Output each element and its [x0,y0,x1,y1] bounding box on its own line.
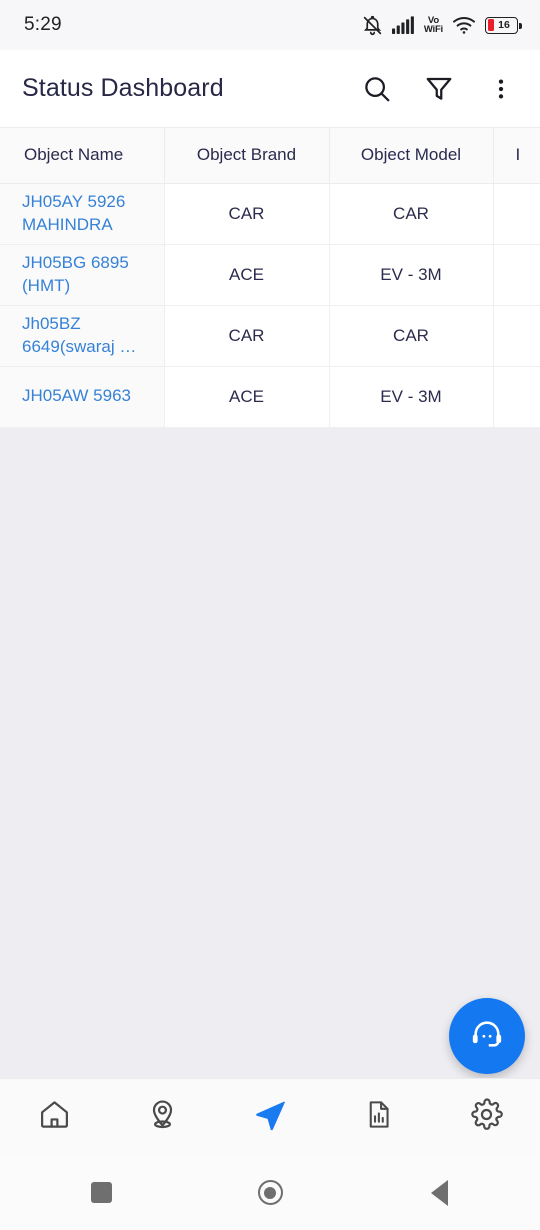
cell-object-model: CAR [329,183,494,245]
cell-object-name[interactable]: JH05BG 6895 (HMT) [0,244,165,306]
table-body: JH05AY 5926 MAHINDRA CAR CAR JH05BG 6895… [0,183,540,428]
phone-screen: 5:29 Vo WiFi 16 Status Dashboard Object … [0,0,540,1230]
table-row[interactable]: JH05AW 5963 ACE EV - 3M [0,366,540,428]
sidebar-item-reports[interactable] [338,1086,418,1148]
report-chart-icon [363,1099,394,1135]
search-icon [362,74,392,104]
column-header-object-model[interactable]: Object Model [329,128,494,184]
app-bar: Status Dashboard [0,50,540,128]
object-name-link[interactable]: JH05AW 5963 [22,385,156,408]
overflow-menu-button[interactable] [484,72,518,106]
recents-square-icon [90,1182,112,1203]
column-header-object-brand[interactable]: Object Brand [164,128,330,184]
sidebar-item-home[interactable] [14,1086,94,1148]
cell-object-brand: CAR [164,183,330,245]
status-bar-icons: Vo WiFi 16 [362,14,522,36]
home-icon [38,1098,71,1136]
column-header-object-name[interactable]: Object Name [0,128,165,184]
recents-button[interactable] [74,1166,128,1220]
sidebar-item-track[interactable] [230,1086,310,1148]
wifi-icon [452,16,476,34]
status-bar-clock: 5:29 [24,14,62,35]
overflow-menu-icon [488,76,514,102]
cell-object-name[interactable]: JH05AW 5963 [0,366,165,428]
home-button[interactable] [243,1166,297,1220]
map-pin-icon [146,1098,179,1136]
back-triangle-icon [430,1179,448,1206]
cell-object-brand: ACE [164,366,330,428]
mute-bell-icon [362,15,383,36]
table-row[interactable]: JH05BG 6895 (HMT) ACE EV - 3M [0,244,540,306]
object-name-link[interactable]: Jh05BZ 6649(swaraj … [22,313,156,358]
gear-icon [470,1098,503,1136]
support-fab-button[interactable] [449,998,525,1074]
page-title: Status Dashboard [22,74,224,102]
status-table-container[interactable]: Object Name Object Brand Object Model I … [0,128,540,428]
battery-level: 16 [498,19,510,31]
support-headset-icon [470,1017,504,1056]
search-button[interactable] [360,72,394,106]
object-name-link[interactable]: JH05AY 5926 MAHINDRA [22,191,156,236]
cell-object-model: EV - 3M [329,244,494,306]
vowifi-icon: Vo WiFi [423,14,443,35]
back-button[interactable] [412,1166,466,1220]
cell-object-model: EV - 3M [329,366,494,428]
home-circle-icon [257,1180,283,1205]
cell-partial [493,305,540,367]
status-table: Object Name Object Brand Object Model I … [0,128,540,428]
status-bar: 5:29 Vo WiFi 16 [0,0,540,50]
cell-partial [493,183,540,245]
cell-object-brand: ACE [164,244,330,306]
android-system-nav [0,1155,540,1230]
table-row[interactable]: JH05AY 5926 MAHINDRA CAR CAR [0,183,540,245]
navigation-arrow-icon [252,1097,288,1138]
sidebar-item-location[interactable] [122,1086,202,1148]
cell-object-name[interactable]: Jh05BZ 6649(swaraj … [0,305,165,367]
cell-partial [493,366,540,428]
cellular-signal-icon [391,16,415,34]
cell-object-model: CAR [329,305,494,367]
app-bar-actions [360,72,518,106]
table-header-row: Object Name Object Brand Object Model I [0,128,540,184]
cell-partial [493,244,540,306]
cell-object-brand: CAR [164,305,330,367]
sidebar-item-settings[interactable] [446,1086,526,1148]
filter-button[interactable] [422,72,456,106]
cell-object-name[interactable]: JH05AY 5926 MAHINDRA [0,183,165,245]
filter-icon [424,74,454,104]
table-row[interactable]: Jh05BZ 6649(swaraj … CAR CAR [0,305,540,367]
column-header-partial[interactable]: I [493,128,540,184]
table-header: Object Name Object Brand Object Model I [0,128,540,184]
battery-icon: 16 [485,16,522,34]
object-name-link[interactable]: JH05BG 6895 (HMT) [22,252,156,297]
bottom-navigation-bar [0,1078,540,1155]
